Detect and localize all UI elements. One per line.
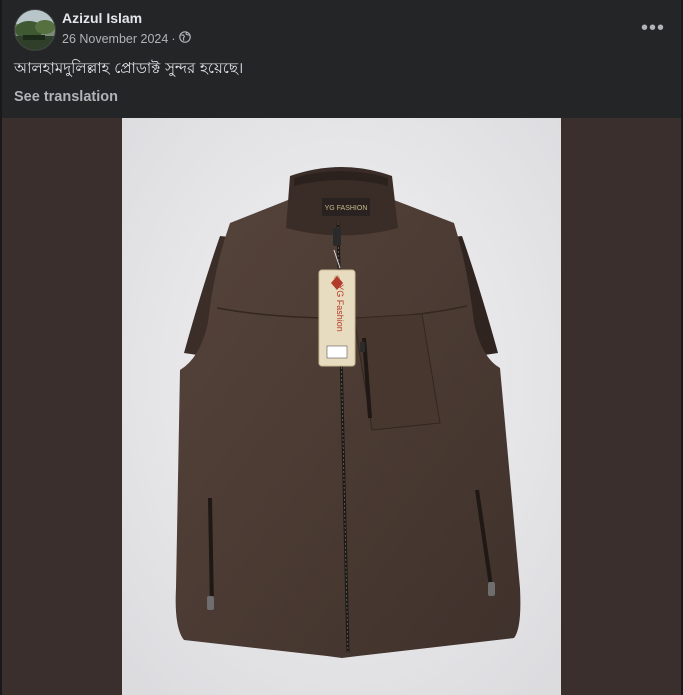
meta-separator: · <box>171 31 176 46</box>
more-options-button[interactable]: ••• <box>637 12 669 44</box>
see-translation-link[interactable]: See translation <box>14 89 118 105</box>
collar-label: YG FASHION <box>325 205 368 212</box>
post-meta: 26 November 2024 · <box>62 31 191 46</box>
vest-photo-illustration: YG FASHION YG Fashion <box>122 118 561 695</box>
tag-brand-text: YG Fashion <box>335 284 345 332</box>
more-options-icon: ••• <box>640 16 665 39</box>
post-photo[interactable]: YG FASHION YG Fashion <box>122 118 561 695</box>
globe-icon <box>178 31 191 46</box>
post-header: Azizul Islam 26 November 2024 · ••• <box>2 0 681 56</box>
post-card: Azizul Islam 26 November 2024 · ••• আলহা… <box>2 0 681 695</box>
author-name[interactable]: Azizul Islam <box>62 10 142 26</box>
post-date[interactable]: 26 November 2024 <box>62 32 168 46</box>
avatar[interactable] <box>14 9 56 51</box>
post-text: আলহামদুলিল্লাহ প্রোডাক্ট সুন্দর হয়েছে। <box>14 59 244 77</box>
avatar-image <box>15 10 55 50</box>
photo-container: YG FASHION YG Fashion <box>2 118 681 695</box>
